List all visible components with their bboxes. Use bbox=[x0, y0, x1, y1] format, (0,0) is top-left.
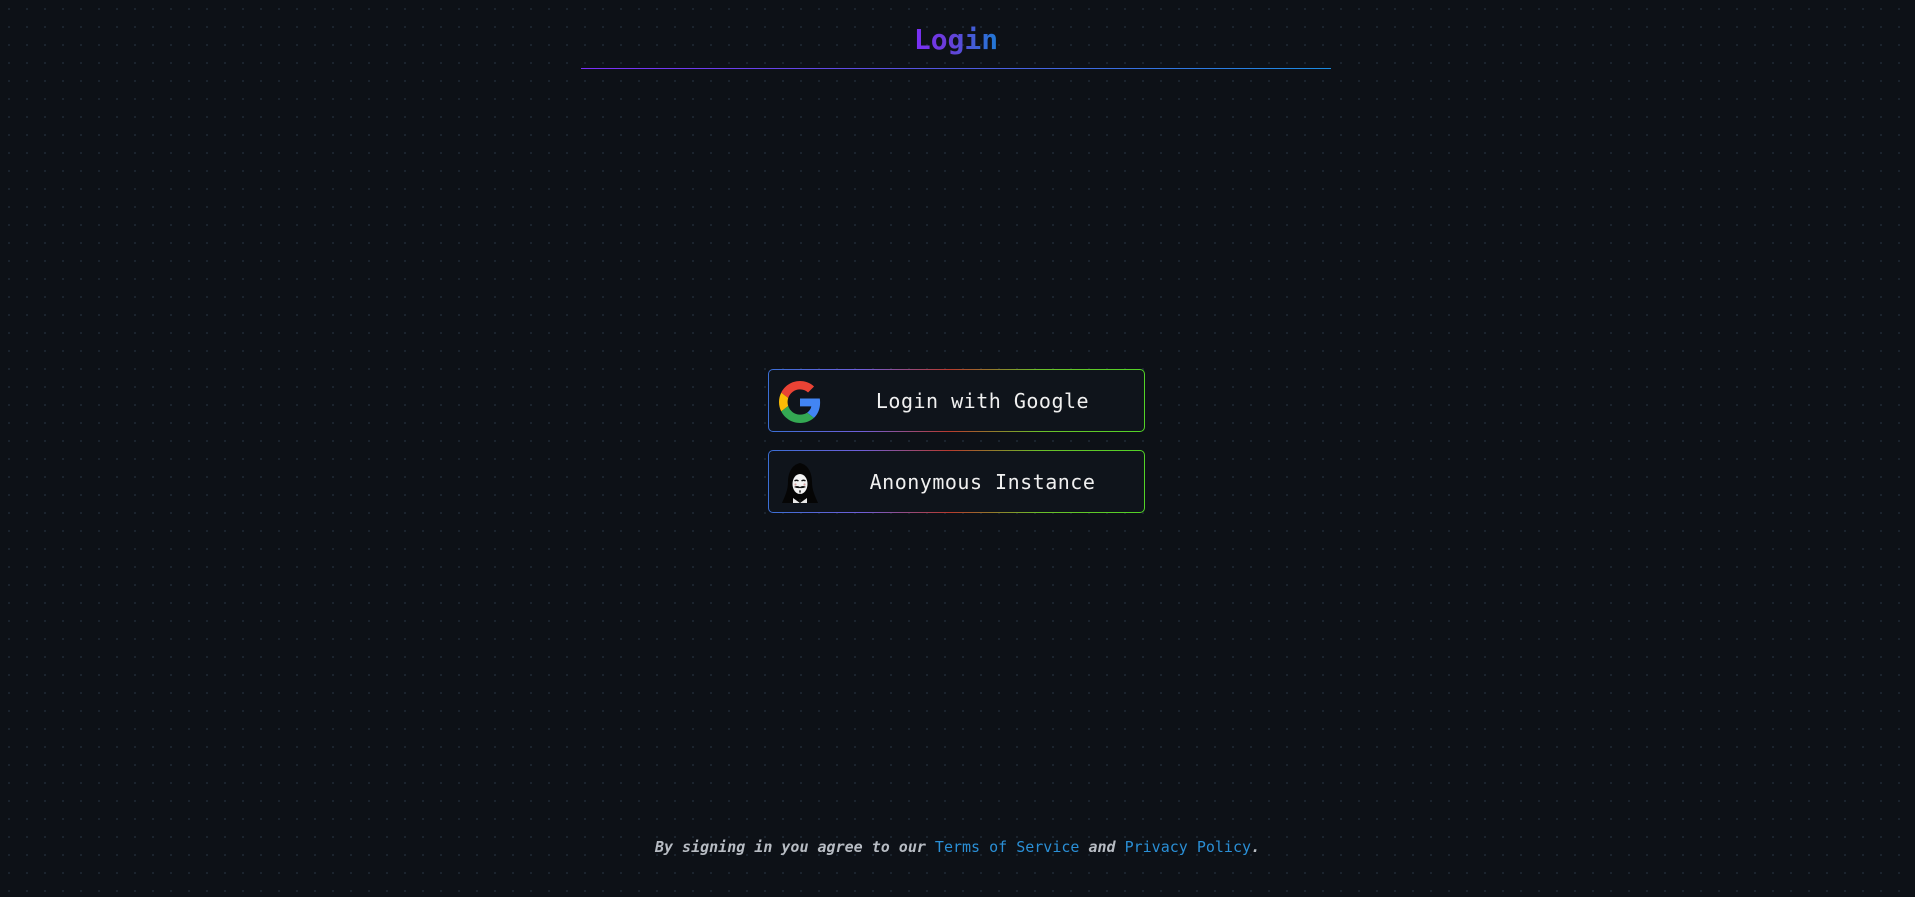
privacy-policy-link[interactable]: Privacy Policy bbox=[1125, 838, 1251, 856]
login-google-label: Login with Google bbox=[875, 388, 1090, 413]
terms-conjunction: and bbox=[1088, 838, 1116, 856]
anonymous-mask-icon bbox=[779, 462, 821, 504]
title-divider bbox=[581, 68, 1331, 69]
terms-notice: By signing in you agree to our Terms of … bbox=[0, 838, 1915, 856]
page-title: Login bbox=[913, 23, 999, 56]
terms-of-service-link[interactable]: Terms of Service bbox=[935, 838, 1080, 856]
page-header: Login bbox=[581, 0, 1331, 71]
login-google-button[interactable]: Login with Google bbox=[768, 369, 1145, 432]
terms-prefix: By signing in you agree to our bbox=[654, 838, 926, 856]
anonymous-instance-button[interactable]: Anonymous Instance bbox=[768, 450, 1145, 513]
anonymous-instance-label: Anonymous Instance bbox=[869, 469, 1096, 494]
google-icon bbox=[779, 381, 821, 423]
terms-suffix: . bbox=[1251, 838, 1261, 856]
